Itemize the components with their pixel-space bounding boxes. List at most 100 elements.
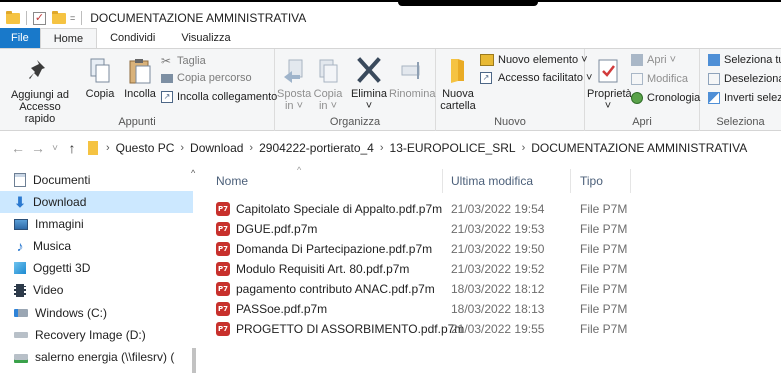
nav-item-documenti[interactable]: Documenti [14,169,194,191]
new-folder-icon [451,59,464,83]
p7m-file-icon: P7 [216,281,230,296]
file-modified: 21/03/2022 19:53 [451,221,545,236]
file-modified: 21/03/2022 19:54 [451,201,545,216]
properties-qat-icon[interactable]: ✓ [33,11,46,25]
column-header-modified[interactable]: Ultima modifica [451,169,533,193]
select-all-label: Seleziona tutt [724,54,781,66]
chevron-right-icon[interactable]: › [380,142,384,154]
column-divider[interactable] [630,169,631,193]
breadcrumb-item[interactable]: Questo PC [116,141,175,155]
pin-quick-access-button[interactable]: Aggiungi ad Accesso rapido [4,57,76,125]
edit-button[interactable]: Modifica [631,73,688,85]
copy-path-button[interactable]: Copia percorso [161,72,252,84]
invert-selection-icon [708,92,720,104]
breadcrumb-item[interactable]: Download [190,141,243,155]
select-all-button[interactable]: Seleziona tutt [708,54,781,66]
chevron-right-icon[interactable]: › [249,142,253,154]
new-folder-label: Nuova [442,88,474,100]
copy-button[interactable]: Copia [83,57,117,100]
nav-item-immagini[interactable]: Immagini [14,213,194,235]
divider [26,11,27,25]
clipboard-icon [129,59,151,84]
nav-item-musica[interactable]: ♪ Musica [14,235,194,257]
breadcrumb[interactable]: › Questo PC › Download › 2904222-portier… [88,141,747,155]
nav-scrollbar[interactable]: ^ [191,168,199,373]
chevron-right-icon[interactable]: › [106,142,110,154]
nav-item-label: Oggetti 3D [33,261,91,275]
breadcrumb-item[interactable]: 2904222-portierato_4 [259,141,374,155]
nav-item-salerno-energia[interactable]: salerno energia (\\filesrv) ( [14,346,194,368]
table-row[interactable]: P7 DGUE.pdf.p7m 21/03/2022 19:53 File P7M [199,219,781,238]
column-header-type[interactable]: Tipo [580,169,603,193]
group-label-appunti: Appunti [118,116,156,128]
select-all-icon [708,54,720,66]
move-to-icon [284,59,303,83]
rename-button[interactable]: Rinomina [389,57,435,100]
new-folder-button[interactable]: Nuova cartella [438,55,478,112]
file-modified: 21/03/2022 19:50 [451,241,545,256]
deselect-button[interactable]: Deseleziona t [708,73,781,85]
delete-button[interactable]: Elimina ˅ [347,55,391,112]
new-folder-label-2: cartella [440,100,476,112]
new-folder-qat-icon[interactable] [52,10,66,24]
table-row[interactable]: P7 Modulo Requisiti Art. 80.pdf.p7m 21/03… [199,259,781,278]
open-button[interactable]: Apri ˅ [631,54,676,66]
properties-dropdown-arrow[interactable]: ˅ [587,100,629,112]
move-to-button[interactable]: Sposta in ˅ [277,57,311,112]
back-arrow-icon[interactable]: ← [8,140,28,156]
nav-item-recovery-d[interactable]: Recovery Image (D:) [14,324,194,346]
copy-to-icon [319,59,338,83]
table-row[interactable]: P7 PROGETTO DI ASSORBIMENTO.pdf.p7m 21/03… [199,319,781,338]
group-apri: Proprietà ˅ Apri ˅ Modifica Cronologia A… [585,49,700,131]
new-item-button[interactable]: Nuovo elemento ˅ [480,54,588,66]
p7m-file-icon: P7 [216,241,230,256]
column-divider[interactable] [442,169,443,193]
table-row[interactable]: P7 Capitolato Speciale di Appalto.pdf.p7m… [199,199,781,218]
invert-selection-button[interactable]: Inverti selezio [708,92,781,104]
paste-shortcut-button[interactable]: ↗ Incolla collegamento [161,91,277,103]
copy-to-button[interactable]: Copia in ˅ [311,57,345,112]
qat-dropdown[interactable]: = [70,13,75,23]
breadcrumb-item[interactable]: DOCUMENTAZIONE AMMINISTRATIVA [531,141,747,155]
nav-item-oggetti-3d[interactable]: Oggetti 3D [14,257,194,279]
cut-label: Taglia [177,55,206,67]
easy-access-label: Accesso facilitato ˅ [498,72,593,84]
table-row[interactable]: P7 PASSoe.pdf.p7m 18/03/2022 18:13 File P… [199,299,781,318]
chevron-right-icon[interactable]: › [180,142,184,154]
paste-button[interactable]: Incolla [120,57,160,100]
recent-locations-icon[interactable]: ˅ [48,143,62,154]
table-row[interactable]: P7 Domanda Di Partecipazione.pdf.p7m 21/0… [199,239,781,258]
tab-file[interactable]: File [0,28,40,48]
network-drive-icon [14,354,28,360]
up-arrow-icon[interactable]: ↑ [62,140,82,156]
column-divider[interactable] [570,169,571,193]
tab-condividi[interactable]: Condividi [97,28,168,48]
scroll-up-arrow-icon[interactable]: ^ [191,168,195,178]
tab-visualizza[interactable]: Visualizza [168,28,243,48]
table-row[interactable]: P7 pagamento contributo ANAC.pdf.p7m 18/0… [199,279,781,298]
breadcrumb-item[interactable]: 13-EUROPOLICE_SRL [390,141,516,155]
nav-item-windows-c[interactable]: Windows (C:) [14,302,194,324]
chevron-right-icon[interactable]: › [522,142,526,154]
column-header-name[interactable]: Nome [216,169,248,193]
scissors-icon: ✂ [161,54,172,68]
sort-arrow-icon: ^ [297,165,302,175]
delete-dropdown-arrow[interactable]: ˅ [347,100,391,112]
nav-item-label: Video [33,283,64,297]
nav-item-download[interactable]: ⬇ Download [0,191,193,213]
easy-access-button[interactable]: ↗ Accesso facilitato ˅ [480,72,592,84]
scroll-thumb[interactable] [192,348,196,373]
cut-button[interactable]: ✂ Taglia [161,54,206,68]
tab-home[interactable]: Home [39,28,98,48]
nav-item-video[interactable]: Video [14,279,194,301]
nav-item-label: salerno energia (\\filesrv) ( [35,350,175,364]
properties-button[interactable]: Proprietà ˅ [587,57,632,112]
history-button[interactable]: Cronologia [631,92,700,104]
pin-icon [29,60,45,79]
copy-path-label: Copia percorso [177,72,252,84]
nav-item-label: Recovery Image (D:) [35,328,146,342]
nav-item-label: Musica [33,239,72,253]
deselect-icon [708,73,720,85]
documents-icon [14,173,26,187]
forward-arrow-icon[interactable]: → [28,140,48,156]
